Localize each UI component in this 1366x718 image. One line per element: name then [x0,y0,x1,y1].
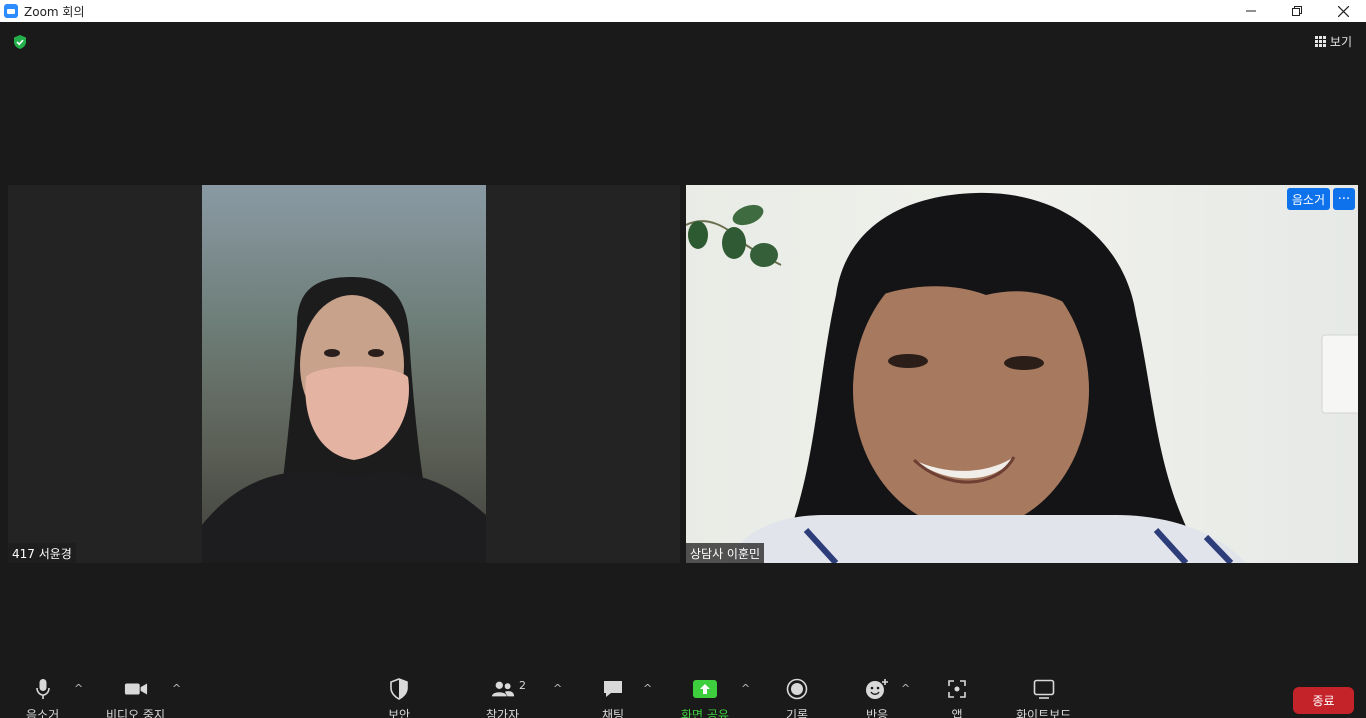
chat-label: 채팅 [601,708,625,718]
share-screen-icon [692,678,717,700]
apps-icon [945,678,969,700]
participant-tile-1[interactable]: 417 서윤경 [8,185,680,563]
share-label: 화면 공유 [681,708,729,718]
microphone-icon [31,678,55,700]
reactions-button[interactable]: 반응 [865,678,889,718]
mute-button[interactable]: 음소거 [26,678,59,718]
participant-video-1 [202,185,486,563]
security-button[interactable]: 보안 [387,678,411,718]
zoom-logo-icon [4,4,18,18]
window-title: Zoom 회의 [24,4,85,19]
close-icon [1337,5,1349,17]
muted-badge: 음소거 [1286,188,1330,210]
video-label: 비디오 중지 [106,708,166,718]
view-button[interactable]: 보기 [1314,33,1352,50]
restore-button[interactable] [1274,0,1320,22]
end-meeting-button[interactable]: 종료 [1293,687,1354,714]
window-controls [1228,0,1366,22]
mute-label: 음소거 [26,708,60,718]
record-label: 기록 [785,708,809,718]
share-screen-button[interactable]: 화면 공유 [681,678,729,718]
close-button[interactable] [1320,0,1366,22]
participants-button[interactable]: 참가자 [486,678,519,718]
chat-button[interactable]: 채팅 [601,678,625,718]
security-label: 보안 [387,708,411,718]
apps-button[interactable]: 앱 [945,678,969,718]
apps-label: 앱 [951,708,963,718]
stop-video-button[interactable]: 비디오 중지 [106,678,165,718]
video-options-caret[interactable]: ^ [172,682,181,695]
participant-name-1: 417 서윤경 [8,543,76,563]
share-options-caret[interactable]: ^ [741,682,750,695]
participant-tile-2[interactable]: 음소거 ··· 상담사 이훈민 [686,185,1358,563]
minimize-icon [1246,10,1256,12]
whiteboard-icon [1032,678,1056,700]
reactions-label: 반응 [865,708,889,718]
smiley-plus-icon [865,678,889,700]
participants-label: 참가자 [486,708,520,718]
participants-options-caret[interactable]: ^ [553,682,562,695]
more-options-button[interactable]: ··· [1333,188,1355,210]
minimize-button[interactable] [1228,0,1274,22]
whiteboard-button[interactable]: 화이트보드 [1016,678,1071,718]
whiteboard-label: 화이트보드 [1016,708,1072,718]
participant-video-2 [686,185,1358,563]
shield-icon [387,678,411,700]
chat-options-caret[interactable]: ^ [643,682,652,695]
meeting-toolbar: 음소거 ^ 비디오 중지 ^ 보안 참가자 2 ^ 채팅 ^ 화면 공유 ^ 기… [0,668,1366,718]
view-label: 보기 [1329,35,1352,49]
zoom-meeting-window: Zoom 회의 보기 417 서윤경 음소거 ··· 상담사 이훈민 음소거 ^… [0,0,1366,718]
participants-icon [491,678,515,700]
participants-count-badge: 2 [519,679,526,692]
restore-icon [1292,6,1302,16]
participant-name-2: 상담사 이훈민 [686,543,765,563]
grid-icon [1314,36,1326,47]
audio-options-caret[interactable]: ^ [74,682,83,695]
video-camera-icon [124,678,148,700]
chat-bubble-icon [601,678,625,700]
reactions-options-caret[interactable]: ^ [901,682,910,695]
record-button[interactable]: 기록 [785,678,809,718]
record-icon [785,678,809,700]
title-bar: Zoom 회의 [0,0,1366,22]
encryption-shield-icon[interactable] [12,34,28,50]
